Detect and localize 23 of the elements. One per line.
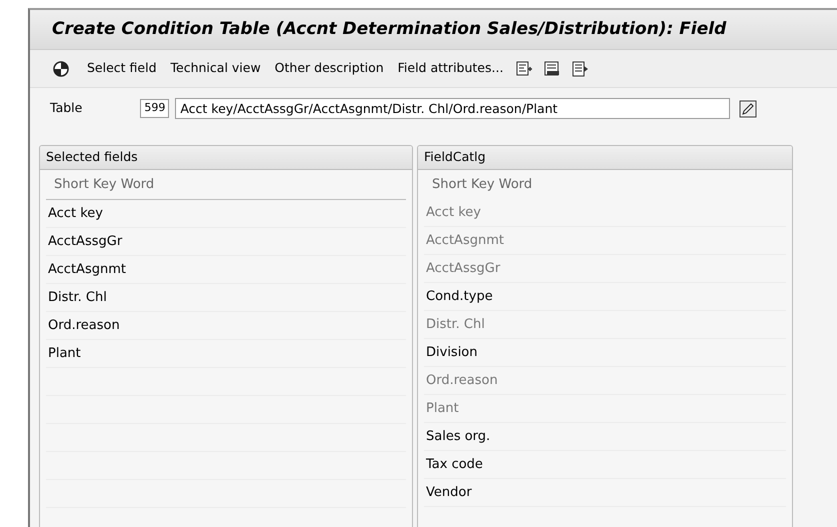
toolbar-button[interactable]: Technical view	[166, 57, 266, 80]
panel-header: Selected fields	[40, 146, 412, 170]
toolbar-button[interactable]: Other description	[270, 57, 389, 80]
table-description-field[interactable]: Acct key/AcctAssgGr/AcctAsgnmt/Distr. Chl/Ord.reason/Plant	[175, 98, 730, 119]
panel-header: FieldCatlg	[418, 146, 792, 170]
list-item[interactable]: AcctAsgnmt	[46, 256, 406, 284]
column-header: Short Key Word	[46, 170, 406, 200]
list-item[interactable]: Sales org.	[424, 423, 786, 452]
list-item[interactable]: Tax code	[424, 451, 786, 480]
table-label: Table	[50, 99, 82, 118]
list-item[interactable]: AcctAssgGr	[46, 228, 406, 256]
toolbar-button[interactable]: Field attributes...	[392, 57, 508, 80]
toolbar-button[interactable]: Select field	[82, 57, 162, 80]
list-item[interactable]: Acct key	[46, 200, 406, 228]
list-item[interactable]: Plant	[46, 340, 406, 368]
window-title: Create Condition Table (Accnt Determination Sales/Distribution): Field	[52, 18, 726, 41]
list-item[interactable]: Cond.type	[424, 283, 786, 312]
column-header: Short Key Word	[431, 176, 534, 194]
list-item[interactable]: Ord.reason	[46, 312, 406, 340]
list-item[interactable]: Vendor	[424, 479, 786, 508]
table-number: 599	[140, 99, 170, 118]
list-item[interactable]: Distr. Chl	[46, 284, 406, 312]
list-item[interactable]: Division	[424, 339, 786, 368]
